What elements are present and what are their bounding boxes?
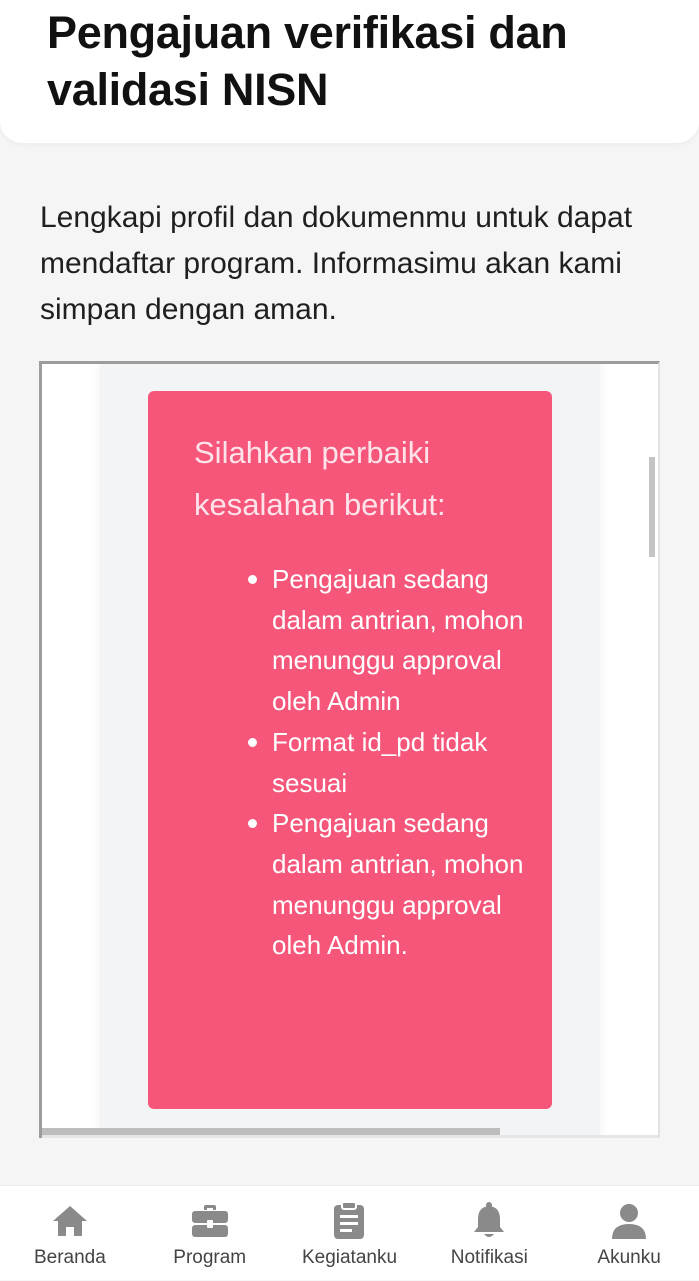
nav-item-kegiatanku[interactable]: Kegiatanku — [280, 1186, 420, 1281]
bell-icon — [474, 1202, 505, 1237]
header-card: Pengajuan verifikasi dan validasi NISN — [0, 0, 699, 143]
nav-label: Beranda — [33, 1247, 106, 1268]
nav-label: Akunku — [597, 1247, 661, 1268]
error-item: Pengajuan sedang dalam antrian, mohon me… — [248, 803, 538, 966]
alert-title: Silahkan perbaiki kesalahan berikut: — [194, 435, 446, 522]
nav-label: Kegiatanku — [301, 1247, 398, 1268]
horizontal-scrollbar[interactable] — [42, 1128, 500, 1135]
vertical-scrollbar[interactable] — [649, 457, 655, 557]
error-item: Format id_pd tidak sesuai — [248, 722, 538, 803]
nav-item-notifikasi[interactable]: Notifikasi — [419, 1186, 559, 1281]
frame-bottom-border — [42, 1135, 658, 1138]
nav-item-beranda[interactable]: Beranda — [0, 1186, 140, 1281]
clipboard-icon — [334, 1201, 365, 1239]
page-title: Pengajuan verifikasi dan validasi NISN — [47, 7, 568, 115]
error-alert: Silahkan perbaiki kesalahan berikut: Pen… — [148, 391, 552, 1109]
error-item: Pengajuan sedang dalam antrian, mohon me… — [248, 559, 538, 722]
user-icon — [612, 1204, 647, 1239]
nav-label: Notifikasi — [450, 1247, 528, 1268]
nav-item-akunku[interactable]: Akunku — [559, 1186, 699, 1281]
nav-item-program[interactable]: Program — [140, 1186, 280, 1281]
bottom-navigation: Beranda Program Kegiatanku Notifikasi Ak… — [0, 1185, 699, 1280]
intro-text: Lengkapi profil dan dokumenmu untuk dapa… — [40, 201, 633, 326]
error-list: Pengajuan sedang dalam antrian, mohon me… — [248, 559, 538, 966]
embedded-webview[interactable]: Silahkan perbaiki kesalahan berikut: Pen… — [39, 361, 660, 1138]
home-icon — [52, 1206, 87, 1236]
nav-label: Program — [173, 1247, 247, 1268]
briefcase-icon — [191, 1205, 228, 1237]
